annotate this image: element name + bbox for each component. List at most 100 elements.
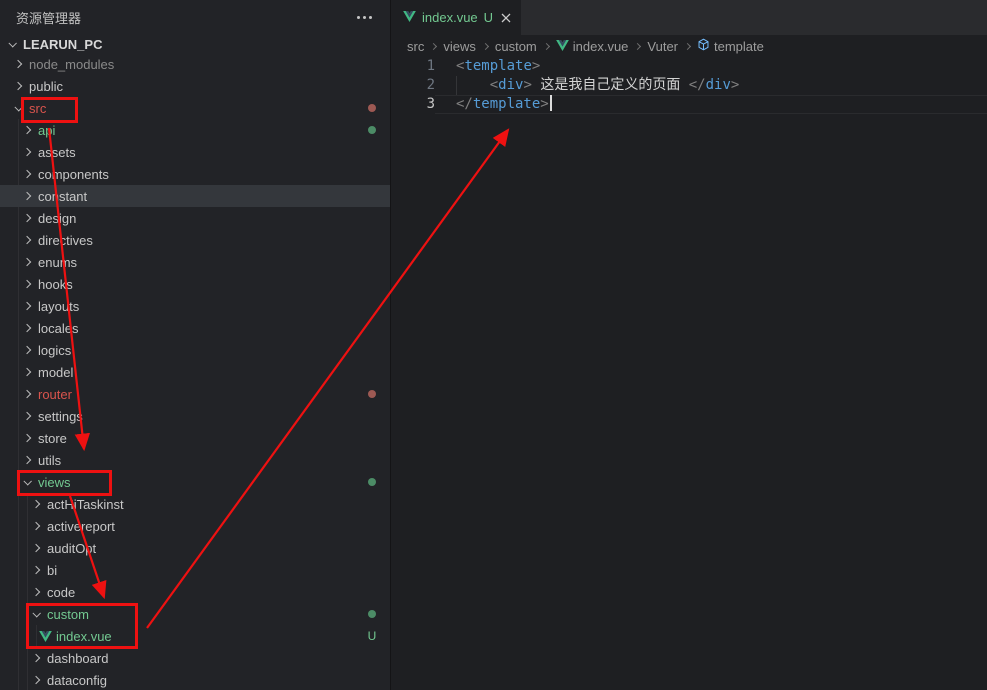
- breadcrumb-separator-icon: [482, 42, 489, 49]
- breadcrumb-item-index.vue[interactable]: index.vue: [556, 39, 629, 54]
- tree-item-label: code: [47, 585, 75, 600]
- tree-item-index.vue[interactable]: index.vue U: [0, 625, 390, 647]
- breadcrumb-label: Vuter: [647, 39, 678, 54]
- code-token: </: [689, 77, 706, 93]
- tree-item-router[interactable]: router: [0, 383, 390, 405]
- breadcrumb-separator-icon: [684, 42, 691, 49]
- chevron-right-icon: [19, 435, 35, 441]
- tree-item-label: utils: [38, 453, 61, 468]
- chevron-right-icon: [19, 171, 35, 177]
- tree-item-views[interactable]: views: [0, 471, 390, 493]
- tab-index-vue[interactable]: index.vue U: [391, 0, 521, 35]
- project-root-header[interactable]: LEARUN_PC: [0, 35, 390, 53]
- code-line-content: </template>: [435, 95, 552, 114]
- tree-item-label: settings: [38, 409, 83, 424]
- tree-item-auditOpt[interactable]: auditOpt: [0, 537, 390, 559]
- tree-item-dashboard[interactable]: dashboard: [0, 647, 390, 669]
- chevron-right-icon: [28, 545, 44, 551]
- chevron-right-icon: [19, 413, 35, 419]
- close-icon[interactable]: [499, 9, 513, 27]
- code-line-3[interactable]: 3</template>: [391, 95, 987, 114]
- tree-item-enums[interactable]: enums: [0, 251, 390, 273]
- tree-item-custom[interactable]: custom: [0, 603, 390, 625]
- tree-item-label: api: [38, 123, 55, 138]
- tree-item-layouts[interactable]: layouts: [0, 295, 390, 317]
- tree-item-label: router: [38, 387, 72, 402]
- tree-item-logics[interactable]: logics: [0, 339, 390, 361]
- tree-item-store[interactable]: store: [0, 427, 390, 449]
- tree-item-model[interactable]: model: [0, 361, 390, 383]
- code-token: 这是我自己定义的页面: [532, 77, 689, 93]
- tree-item-code[interactable]: code: [0, 581, 390, 603]
- breadcrumb-label: template: [714, 39, 764, 54]
- tree-item-utils[interactable]: utils: [0, 449, 390, 471]
- tree-item-constant[interactable]: constant: [0, 185, 390, 207]
- tree-item-settings[interactable]: settings: [0, 405, 390, 427]
- vue-icon: [37, 631, 53, 642]
- chevron-right-icon: [19, 325, 35, 331]
- breadcrumb: src views custom index.vue Vuter template: [391, 35, 987, 57]
- tree-item-label: locales: [38, 321, 78, 336]
- tree-item-label: store: [38, 431, 67, 446]
- code-line-1[interactable]: 1<template>: [391, 57, 987, 76]
- breadcrumb-separator-icon: [634, 42, 641, 49]
- tree-item-components[interactable]: components: [0, 163, 390, 185]
- tree-item-label: actHiTaskinst: [47, 497, 124, 512]
- tree-item-bi[interactable]: bi: [0, 559, 390, 581]
- code-token: >: [523, 77, 531, 93]
- breadcrumb-item-views[interactable]: views: [443, 39, 476, 54]
- editor-tab-bar: index.vue U: [391, 0, 987, 35]
- code-token: template: [473, 96, 540, 112]
- chevron-right-icon: [19, 259, 35, 265]
- code-editor[interactable]: 1<template>2 <div> 这是我自己定义的页面 </div>3</t…: [391, 57, 987, 114]
- tree-item-actHiTaskinst[interactable]: actHiTaskinst: [0, 493, 390, 515]
- breadcrumb-item-Vuter[interactable]: Vuter: [647, 39, 678, 54]
- line-number: 3: [391, 95, 435, 114]
- tree-item-label: auditOpt: [47, 541, 96, 556]
- breadcrumb-label: custom: [495, 39, 537, 54]
- tab-git-status-badge: U: [484, 10, 493, 25]
- chevron-right-icon: [10, 83, 26, 89]
- tree-item-locales[interactable]: locales: [0, 317, 390, 339]
- tree-item-hooks[interactable]: hooks: [0, 273, 390, 295]
- line-number: 2: [391, 76, 435, 95]
- chevron-right-icon: [19, 391, 35, 397]
- tree-item-label: model: [38, 365, 73, 380]
- chevron-down-icon: [10, 105, 26, 111]
- tree-item-assets[interactable]: assets: [0, 141, 390, 163]
- tree-item-label: dashboard: [47, 651, 108, 666]
- breadcrumb-item-template[interactable]: template: [697, 38, 764, 54]
- editor-group: index.vue U src views custom index.vue Vuter…: [391, 0, 987, 690]
- tree-item-label: layouts: [38, 299, 79, 314]
- tree-item-label: views: [38, 475, 71, 490]
- tree-item-design[interactable]: design: [0, 207, 390, 229]
- tree-item-label: dataconfig: [47, 673, 107, 688]
- tree-item-activereport[interactable]: activereport: [0, 515, 390, 537]
- chevron-right-icon: [19, 347, 35, 353]
- tree-item-node_modules[interactable]: node_modules: [0, 53, 390, 75]
- chevron-right-icon: [28, 567, 44, 573]
- tree-item-label: directives: [38, 233, 93, 248]
- tree-item-dataconfig[interactable]: dataconfig: [0, 669, 390, 690]
- tree-item-src[interactable]: src: [0, 97, 390, 119]
- breadcrumb-item-src[interactable]: src: [407, 39, 424, 54]
- code-line-2[interactable]: 2 <div> 这是我自己定义的页面 </div>: [391, 76, 987, 95]
- code-token: </: [456, 96, 473, 112]
- tree-item-label: custom: [47, 607, 89, 622]
- tree-item-api[interactable]: api: [0, 119, 390, 141]
- code-token: >: [540, 96, 548, 112]
- tree-item-label: node_modules: [29, 57, 114, 72]
- chevron-right-icon: [19, 193, 35, 199]
- file-tree: node_modulespublicsrc api assetscomponents…: [0, 53, 390, 690]
- breadcrumb-item-custom[interactable]: custom: [495, 39, 537, 54]
- git-status-badge: U: [366, 629, 378, 643]
- breadcrumb-separator-icon: [430, 42, 437, 49]
- tab-file-name: index.vue: [422, 10, 478, 25]
- tree-item-label: index.vue: [56, 629, 112, 644]
- tree-item-directives[interactable]: directives: [0, 229, 390, 251]
- tree-item-public[interactable]: public: [0, 75, 390, 97]
- code-token: [456, 77, 490, 93]
- more-actions-icon[interactable]: [353, 12, 376, 23]
- chevron-right-icon: [28, 589, 44, 595]
- line-number: 1: [391, 57, 435, 76]
